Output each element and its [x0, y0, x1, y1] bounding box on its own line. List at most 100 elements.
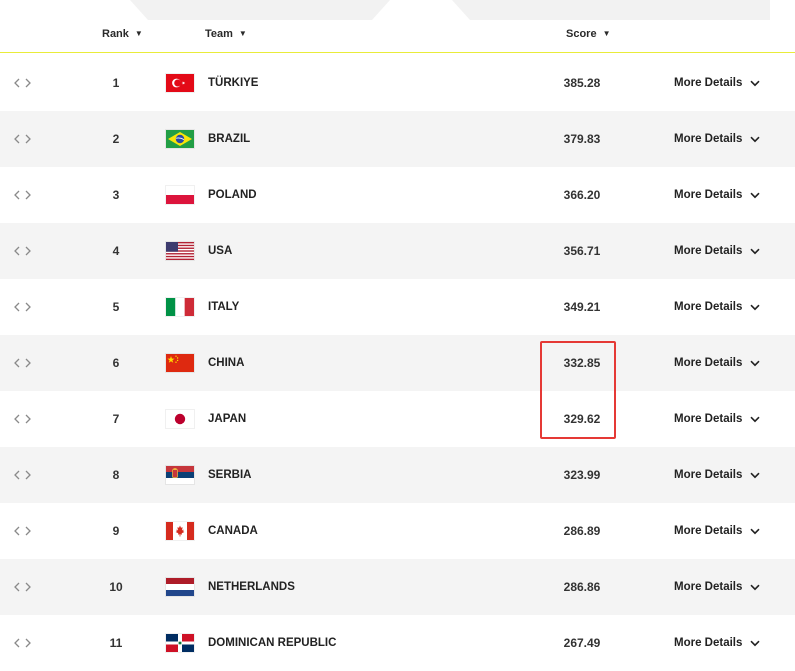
more-details-label: More Details — [674, 245, 743, 257]
reorder-arrows-icon[interactable] — [13, 447, 33, 503]
reorder-arrows-icon[interactable] — [13, 223, 33, 279]
table-row: 11 DOMINICAN REPUBLIC 267.49 More Details — [0, 615, 795, 671]
table-row: 5 ITALY 349.21 More Details — [0, 279, 795, 335]
rank-cell: 4 — [112, 244, 120, 258]
turkey-flag-icon — [166, 74, 194, 92]
caret-down-icon: ▼ — [134, 29, 143, 38]
chevron-down-icon — [750, 528, 760, 534]
score-cell: 332.85 — [563, 356, 601, 370]
team-name: NETHERLANDS — [208, 580, 295, 593]
team-name: BRAZIL — [208, 132, 251, 145]
rank-cell: 9 — [112, 524, 120, 538]
rank-header-label: Rank — [102, 28, 129, 40]
score-cell: 385.28 — [563, 76, 601, 90]
more-details-label: More Details — [674, 77, 743, 89]
table-row: 3 POLAND 366.20 More Details — [0, 167, 795, 223]
chevron-down-icon — [750, 136, 760, 142]
chevron-down-icon — [750, 640, 760, 646]
rank-cell: 7 — [112, 412, 120, 426]
canada-flag-icon — [166, 522, 194, 540]
rankings-table: 1 TÜRKIYE 385.28 More Details 2 BRAZIL 379.83 M… — [0, 55, 795, 671]
table-row: 1 TÜRKIYE 385.28 More Details — [0, 55, 795, 111]
reorder-arrows-icon[interactable] — [13, 559, 33, 615]
more-details-button[interactable]: More Details — [674, 615, 760, 671]
reorder-arrows-icon[interactable] — [13, 503, 33, 559]
team-name: CANADA — [208, 524, 258, 537]
more-details-label: More Details — [674, 637, 743, 649]
rank-cell: 6 — [112, 356, 120, 370]
score-cell: 286.89 — [563, 524, 601, 538]
team-header-label: Team — [205, 28, 233, 40]
team-name: DOMINICAN REPUBLIC — [208, 636, 337, 649]
reorder-arrows-icon[interactable] — [13, 615, 33, 671]
team-column-header[interactable]: Team ▼ — [205, 28, 247, 40]
more-details-button[interactable]: More Details — [674, 447, 760, 503]
team-name: USA — [208, 244, 233, 257]
rank-cell: 5 — [112, 300, 120, 314]
dominican-republic-flag-icon — [166, 634, 194, 652]
reorder-arrows-icon[interactable] — [13, 167, 33, 223]
chevron-down-icon — [750, 360, 760, 366]
chevron-down-icon — [750, 416, 760, 422]
score-cell: 323.99 — [563, 468, 601, 482]
rank-cell: 1 — [112, 76, 120, 90]
netherlands-flag-icon — [166, 578, 194, 596]
reorder-arrows-icon[interactable] — [13, 335, 33, 391]
score-header-label: Score — [566, 28, 597, 40]
rank-cell: 10 — [109, 580, 123, 594]
reorder-arrows-icon[interactable] — [13, 111, 33, 167]
table-row: 8 SERBIA 323.99 More Details — [0, 447, 795, 503]
score-cell: 366.20 — [563, 188, 601, 202]
chevron-down-icon — [750, 304, 760, 310]
brazil-flag-icon — [166, 130, 194, 148]
team-name: ITALY — [208, 300, 240, 313]
table-row: 4 USA 356.71 More Details — [0, 223, 795, 279]
more-details-button[interactable]: More Details — [674, 503, 760, 559]
reorder-arrows-icon[interactable] — [13, 391, 33, 447]
more-details-label: More Details — [674, 189, 743, 201]
more-details-button[interactable]: More Details — [674, 111, 760, 167]
poland-flag-icon — [166, 186, 194, 204]
team-name: POLAND — [208, 188, 257, 201]
rank-column-header[interactable]: Rank ▼ — [102, 28, 143, 40]
more-details-label: More Details — [674, 133, 743, 145]
more-details-label: More Details — [674, 581, 743, 593]
china-flag-icon — [166, 354, 194, 372]
more-details-button[interactable]: More Details — [674, 279, 760, 335]
japan-flag-icon — [166, 410, 194, 428]
rank-cell: 3 — [112, 188, 120, 202]
reorder-arrows-icon[interactable] — [13, 279, 33, 335]
team-name: TÜRKIYE — [208, 76, 259, 89]
score-cell: 356.71 — [563, 244, 601, 258]
score-cell: 286.86 — [563, 580, 601, 594]
team-name: SERBIA — [208, 468, 252, 481]
more-details-label: More Details — [674, 301, 743, 313]
more-details-button[interactable]: More Details — [674, 223, 760, 279]
score-cell: 267.49 — [563, 636, 601, 650]
table-row: 7 JAPAN 329.62 More Details — [0, 391, 795, 447]
more-details-button[interactable]: More Details — [674, 559, 760, 615]
table-row: 10 NETHERLANDS 286.86 More Details — [0, 559, 795, 615]
more-details-label: More Details — [674, 413, 743, 425]
chevron-down-icon — [750, 472, 760, 478]
reorder-arrows-icon[interactable] — [13, 55, 33, 111]
rank-cell: 2 — [112, 132, 120, 146]
usa-flag-icon — [166, 242, 194, 260]
table-header: Rank ▼ Team ▼ Score ▼ — [0, 20, 795, 53]
score-cell: 349.21 — [563, 300, 601, 314]
table-row: 9 CANADA 286.89 More Details — [0, 503, 795, 559]
score-cell: 379.83 — [563, 132, 601, 146]
chevron-down-icon — [750, 584, 760, 590]
more-details-label: More Details — [674, 357, 743, 369]
more-details-button[interactable]: More Details — [674, 391, 760, 447]
serbia-flag-icon — [166, 466, 194, 484]
more-details-button[interactable]: More Details — [674, 55, 760, 111]
rank-cell: 8 — [112, 468, 120, 482]
more-details-button[interactable]: More Details — [674, 167, 760, 223]
header-decoration — [130, 0, 770, 20]
italy-flag-icon — [166, 298, 194, 316]
chevron-down-icon — [750, 80, 760, 86]
team-name: CHINA — [208, 356, 245, 369]
score-column-header[interactable]: Score ▼ — [566, 28, 611, 40]
more-details-button[interactable]: More Details — [674, 335, 760, 391]
